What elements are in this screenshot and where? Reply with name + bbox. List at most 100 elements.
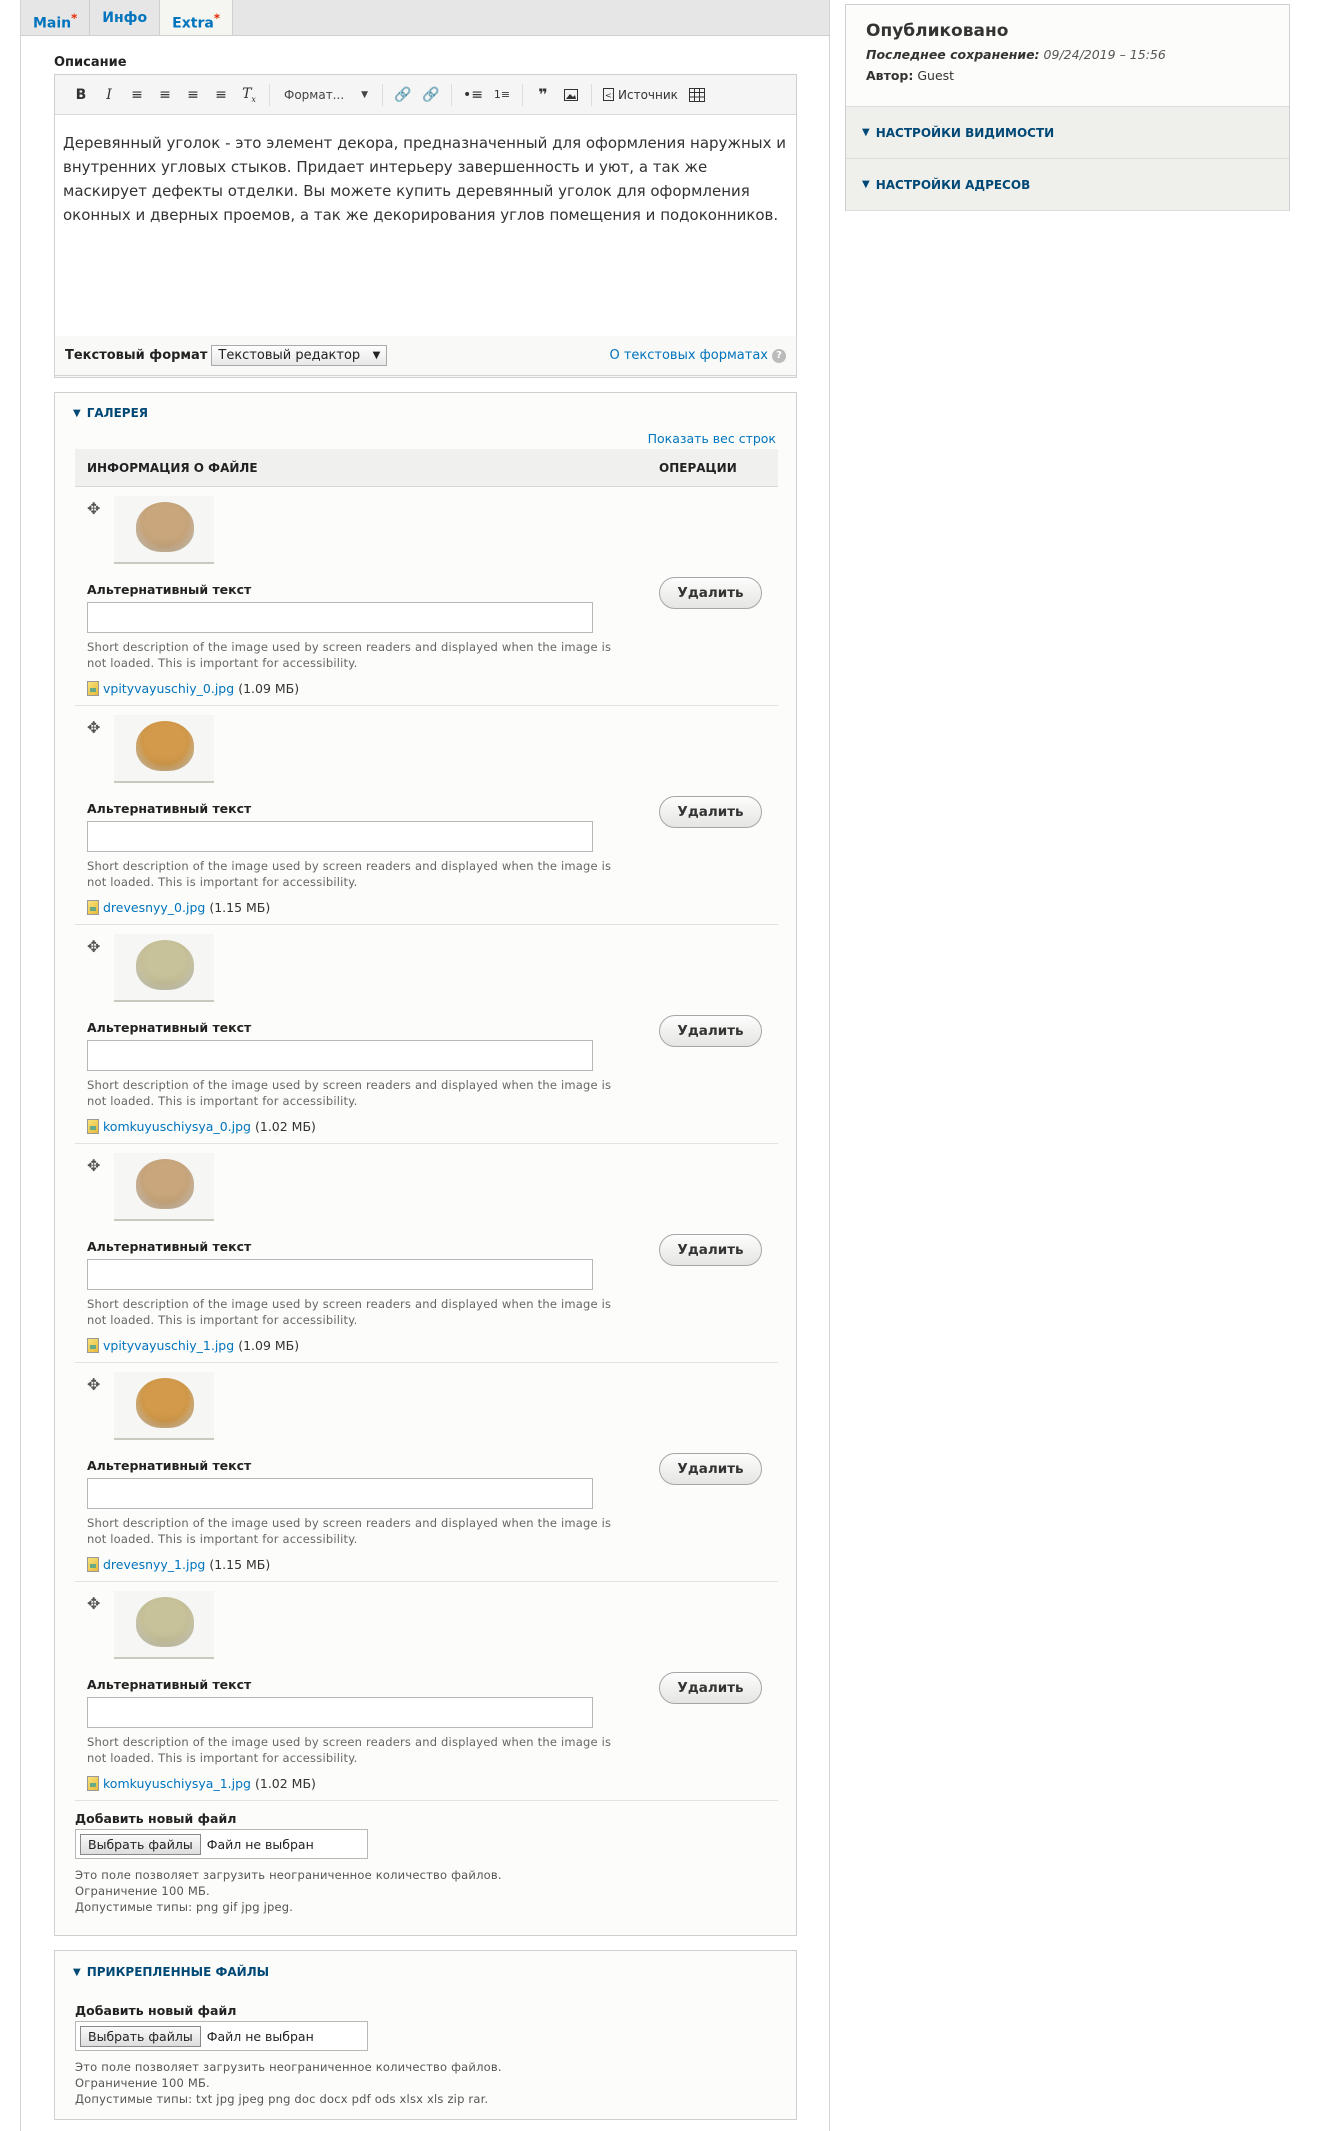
- delete-button[interactable]: Удалить: [659, 796, 762, 828]
- tab-bar: Main* Инфо Extra*: [21, 0, 829, 36]
- alt-text-description: Short description of the image used by s…: [87, 859, 612, 889]
- image-file-icon: [87, 681, 99, 696]
- about-text-formats-link[interactable]: О текстовых форматах ?: [609, 348, 786, 363]
- gallery-row: ✥ Альтернативный текст Short description…: [75, 925, 778, 1144]
- tab-extra[interactable]: Extra*: [160, 0, 233, 35]
- help-icon: ?: [772, 348, 786, 363]
- bulleted-list-button[interactable]: •≡: [460, 83, 486, 107]
- file-info: vpityvayuschiy_1.jpg (1.09 МБ): [87, 1338, 299, 1353]
- alt-text-label: Альтернативный текст: [87, 1458, 252, 1473]
- column-operations: Операции: [659, 461, 737, 475]
- upload-hint-types: Допустимые типы: txt jpg jpeg png doc do…: [75, 2092, 489, 2106]
- gallery-title: Галерея: [86, 406, 149, 420]
- alt-text-input[interactable]: [87, 1040, 593, 1071]
- image-preview: [136, 1159, 194, 1209]
- justify-button[interactable]: ≡: [209, 83, 233, 107]
- image-thumbnail: [114, 496, 214, 564]
- drag-handle-icon[interactable]: ✥: [87, 499, 100, 518]
- alt-text-label: Альтернативный текст: [87, 1020, 252, 1035]
- file-link[interactable]: komkuyuschiysya_1.jpg: [103, 1776, 251, 1791]
- image-file-icon: [87, 1338, 99, 1353]
- address-settings-label: Настройки адресов: [875, 177, 1031, 192]
- numbered-list-button[interactable]: 1≡: [490, 83, 514, 107]
- blockquote-button[interactable]: ❞: [531, 83, 555, 107]
- visibility-settings-toggle[interactable]: ▼ Настройки видимости: [846, 107, 1289, 159]
- image-button[interactable]: [559, 83, 583, 107]
- image-preview: [136, 502, 194, 552]
- drag-handle-icon[interactable]: ✥: [87, 1156, 100, 1175]
- drag-handle-icon[interactable]: ✥: [87, 1594, 100, 1613]
- triangle-down-icon: ▼: [73, 1966, 81, 1978]
- alt-text-description: Short description of the image used by s…: [87, 640, 612, 670]
- file-size: (1.02 МБ): [254, 1119, 316, 1134]
- choose-files-button[interactable]: Выбрать файлы: [80, 2025, 201, 2047]
- drag-handle-icon[interactable]: ✥: [87, 718, 100, 737]
- tab-info[interactable]: Инфо: [90, 0, 161, 35]
- delete-button[interactable]: Удалить: [659, 1015, 762, 1047]
- italic-button[interactable]: I: [97, 83, 121, 107]
- file-link[interactable]: vpityvayuschiy_0.jpg: [103, 681, 234, 696]
- upload-hint-types: Допустимые типы: png gif jpg jpeg.: [75, 1900, 294, 1914]
- delete-button[interactable]: Удалить: [659, 1672, 762, 1704]
- last-saved: Последнее сохранение: 09/24/2019 – 15:56: [866, 47, 1289, 62]
- publish-info: Опубликовано Последнее сохранение: 09/24…: [846, 5, 1289, 107]
- author: Автор: Guest: [866, 68, 1289, 83]
- link-button[interactable]: 🔗: [391, 83, 415, 107]
- image-thumbnail: [114, 934, 214, 1002]
- attachments-summary[interactable]: ▼ Прикрепленные файлы: [55, 1951, 796, 1993]
- alt-text-label: Альтернативный текст: [87, 582, 252, 597]
- attachments-title: Прикрепленные файлы: [86, 1965, 270, 1979]
- unlink-button[interactable]: 🔗: [419, 83, 443, 107]
- file-link[interactable]: komkuyuschiysya_0.jpg: [103, 1119, 251, 1134]
- no-file-chosen: Файл не выбран: [206, 1836, 314, 1852]
- delete-button[interactable]: Удалить: [659, 577, 762, 609]
- delete-button[interactable]: Удалить: [659, 1453, 762, 1485]
- align-left-button[interactable]: ≡: [181, 83, 205, 107]
- tab-main[interactable]: Main*: [21, 0, 91, 35]
- alt-text-input[interactable]: [87, 602, 593, 633]
- file-info: drevesnyy_0.jpg (1.15 МБ): [87, 900, 270, 915]
- visibility-settings-label: Настройки видимости: [875, 125, 1055, 140]
- rich-text-editor: B I ≡ ≡ ≡ ≡ Tx Формат... ▼ 🔗 🔗 •≡ 1≡ ❞ <…: [54, 74, 797, 378]
- drag-handle-icon[interactable]: ✥: [87, 1375, 100, 1394]
- file-link[interactable]: drevesnyy_1.jpg: [103, 1557, 205, 1572]
- address-settings-toggle[interactable]: ▼ Настройки адресов: [846, 159, 1289, 211]
- format-dropdown[interactable]: Формат... ▼: [278, 83, 374, 107]
- table-button[interactable]: [685, 83, 709, 107]
- toolbar-separator: [591, 83, 592, 106]
- show-row-weights-link[interactable]: Показать вес строк: [648, 431, 776, 446]
- last-saved-value: 09/24/2019 – 15:56: [1043, 47, 1166, 62]
- alt-text-input[interactable]: [87, 1259, 593, 1290]
- toolbar-separator: [522, 83, 523, 106]
- drag-handle-icon[interactable]: ✥: [87, 937, 100, 956]
- source-button[interactable]: <> Источник: [600, 83, 681, 107]
- text-format-select[interactable]: Текстовый редактор ▼: [211, 345, 388, 366]
- meta-sidebar: Опубликовано Последнее сохранение: 09/24…: [845, 4, 1290, 211]
- align-right-button[interactable]: ≡: [125, 83, 149, 107]
- file-info: drevesnyy_1.jpg (1.15 МБ): [87, 1557, 270, 1572]
- file-info: vpityvayuschiy_0.jpg (1.09 МБ): [87, 681, 299, 696]
- author-label: Автор:: [866, 68, 914, 83]
- choose-files-button[interactable]: Выбрать файлы: [80, 1833, 201, 1855]
- align-center-button[interactable]: ≡: [153, 83, 177, 107]
- gallery-row: ✥ Альтернативный текст Short description…: [75, 1144, 778, 1363]
- file-input[interactable]: Выбрать файлы Файл не выбран: [75, 2021, 368, 2051]
- remove-format-button[interactable]: Tx: [237, 83, 261, 107]
- image-file-icon: [87, 1776, 99, 1791]
- file-link[interactable]: drevesnyy_0.jpg: [103, 900, 205, 915]
- align-right-icon: ≡: [131, 86, 143, 103]
- text-format-bar: Текстовый формат Текстовый редактор ▼ О …: [54, 336, 797, 376]
- alt-text-input[interactable]: [87, 1697, 593, 1728]
- file-info: komkuyuschiysya_0.jpg (1.02 МБ): [87, 1119, 316, 1134]
- alt-text-input[interactable]: [87, 821, 593, 852]
- gallery-summary[interactable]: ▼ Галерея: [55, 393, 796, 433]
- delete-button[interactable]: Удалить: [659, 1234, 762, 1266]
- editor-content[interactable]: Деревянный уголок - это элемент декора, …: [55, 115, 796, 315]
- toolbar-separator: [269, 83, 270, 106]
- image-thumbnail: [114, 1591, 214, 1659]
- alt-text-input[interactable]: [87, 1478, 593, 1509]
- file-link[interactable]: vpityvayuschiy_1.jpg: [103, 1338, 234, 1353]
- file-input[interactable]: Выбрать файлы Файл не выбран: [75, 1829, 368, 1859]
- file-size: (1.15 МБ): [209, 1557, 271, 1572]
- bold-button[interactable]: B: [69, 83, 93, 107]
